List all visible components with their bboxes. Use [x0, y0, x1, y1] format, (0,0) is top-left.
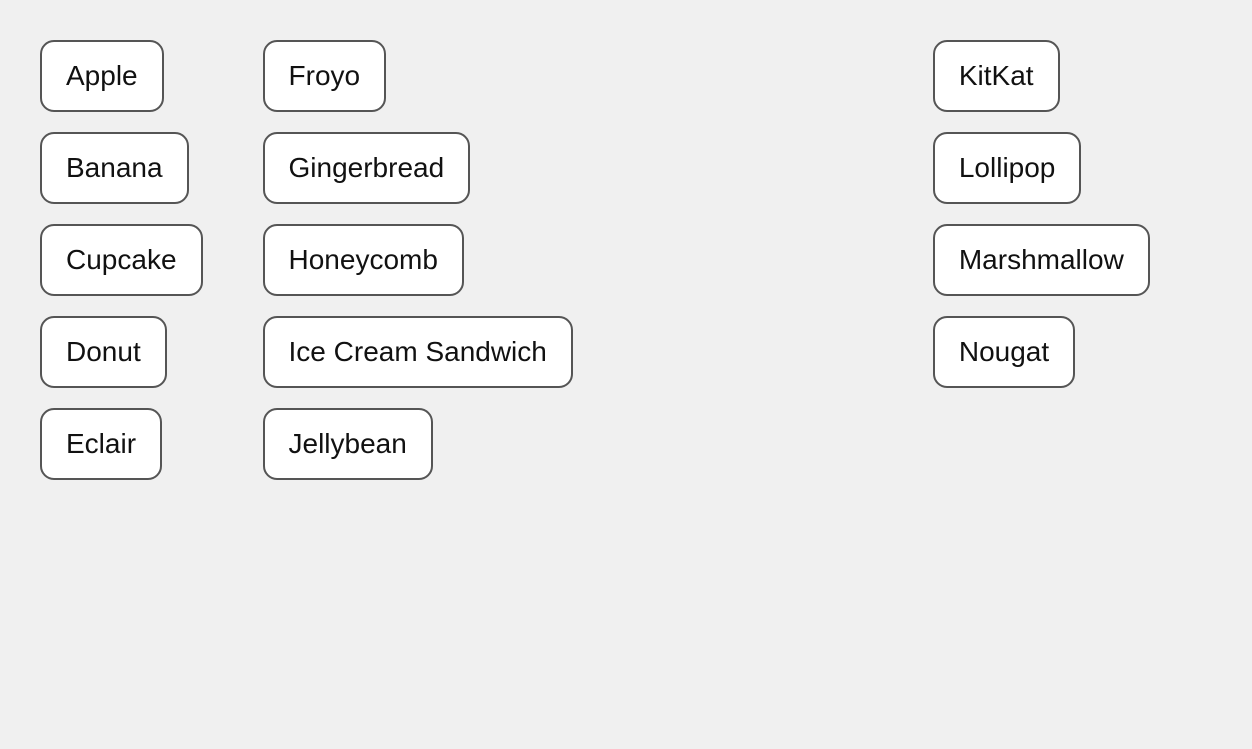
chip-jellybean[interactable]: Jellybean [263, 408, 433, 480]
chip-ice-cream-sandwich[interactable]: Ice Cream Sandwich [263, 316, 573, 388]
chip-marshmallow[interactable]: Marshmallow [933, 224, 1150, 296]
column-1: Apple Banana Cupcake Donut Eclair [40, 30, 203, 490]
chip-gingerbread[interactable]: Gingerbread [263, 132, 471, 204]
chip-lollipop[interactable]: Lollipop [933, 132, 1082, 204]
column-3: KitKat Lollipop Marshmallow Nougat [933, 30, 1150, 398]
chip-donut[interactable]: Donut [40, 316, 167, 388]
chip-eclair[interactable]: Eclair [40, 408, 162, 480]
main-layout: Apple Banana Cupcake Donut Eclair Froyo Ginge… [40, 30, 1150, 490]
chip-honeycomb[interactable]: Honeycomb [263, 224, 464, 296]
chip-banana[interactable]: Banana [40, 132, 189, 204]
chip-nougat[interactable]: Nougat [933, 316, 1075, 388]
chip-cupcake[interactable]: Cupcake [40, 224, 203, 296]
chip-froyo[interactable]: Froyo [263, 40, 387, 112]
column-2: Froyo Gingerbread Honeycomb Ice Cream Sandw… [263, 30, 573, 490]
chip-apple[interactable]: Apple [40, 40, 164, 112]
chip-kitkat[interactable]: KitKat [933, 40, 1060, 112]
